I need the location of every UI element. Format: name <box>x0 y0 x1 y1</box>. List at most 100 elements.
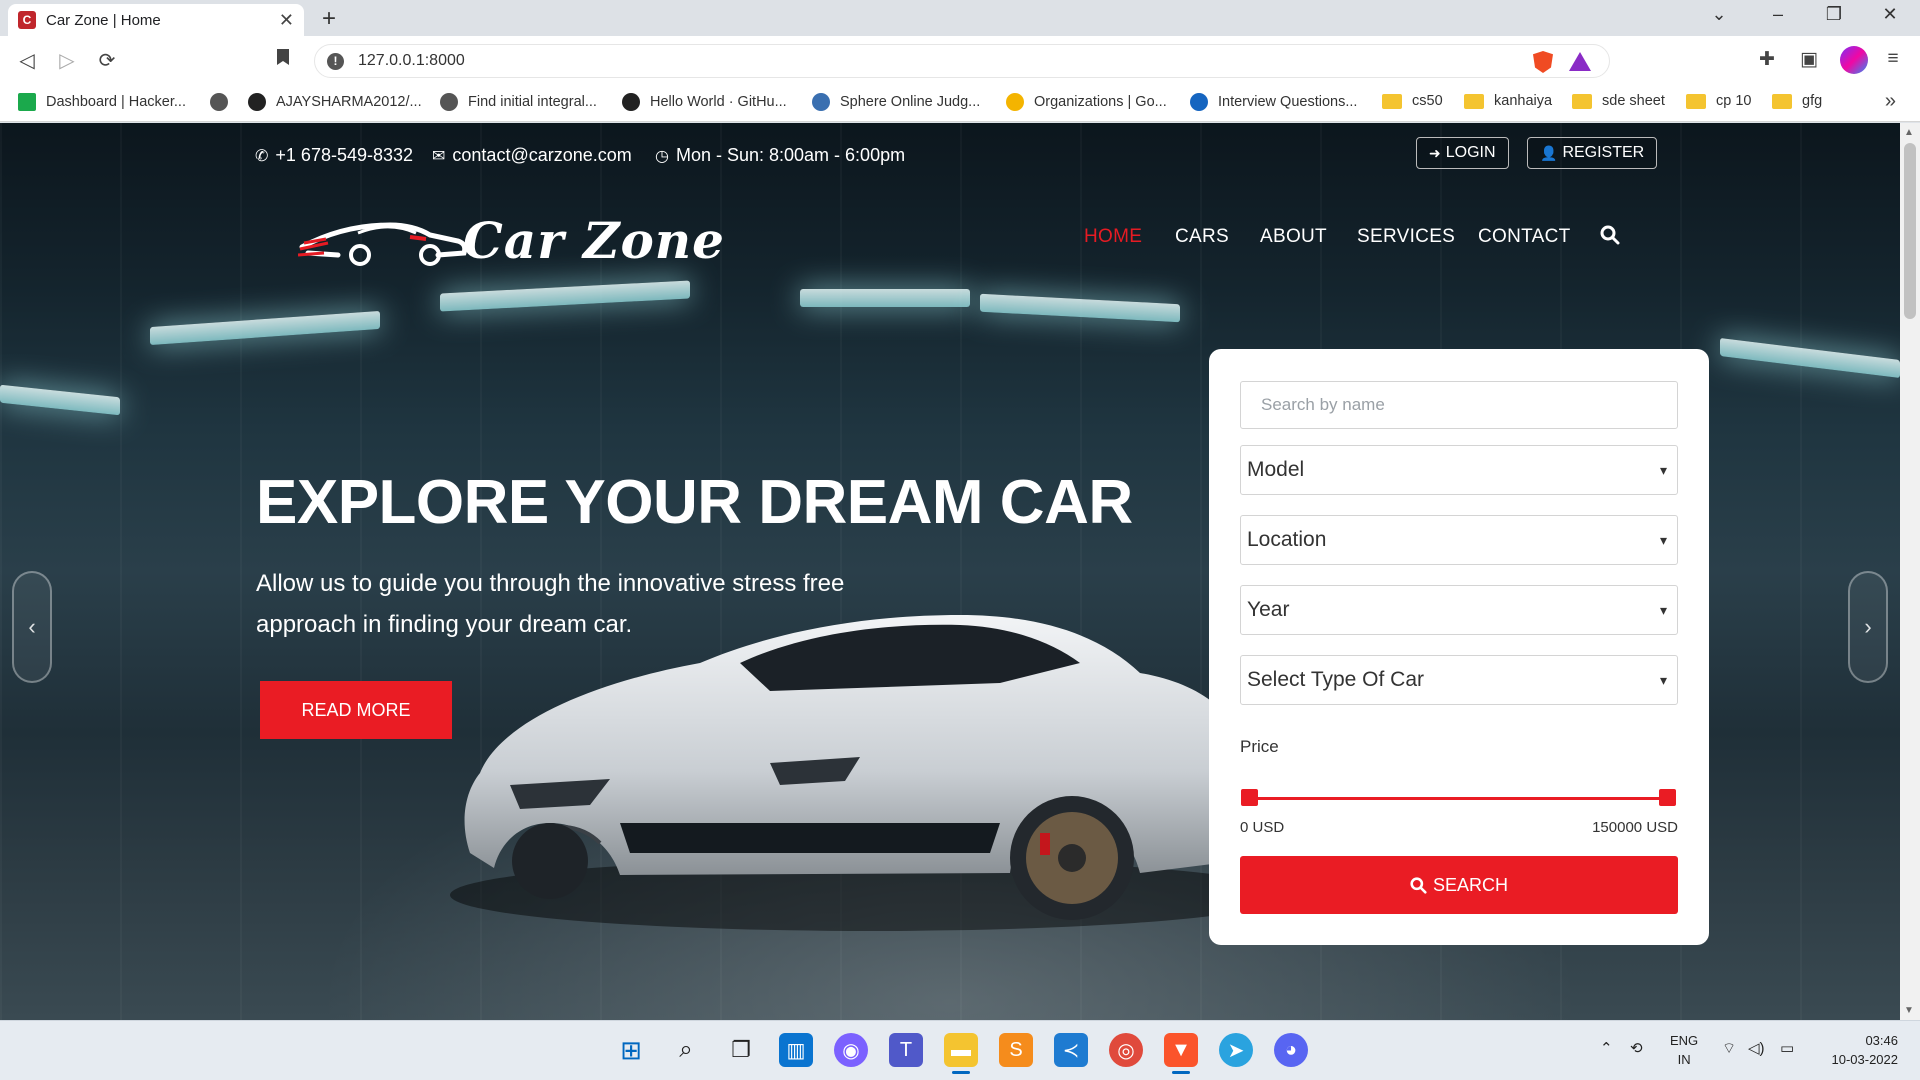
chevron-down-icon: ▾ <box>1659 601 1667 618</box>
chrome-icon[interactable]: ◎ <box>1109 1033 1143 1067</box>
scroll-down-icon[interactable]: ▼ <box>1904 1005 1914 1016</box>
sync-icon[interactable]: ⟲ <box>1630 1039 1643 1057</box>
bookmark-item[interactable]: Organizations | Go... <box>1006 93 1167 111</box>
bookmark-item[interactable]: Interview Questions... <box>1190 93 1357 111</box>
car-type-select[interactable]: Select Type Of Car ▾ <box>1240 655 1678 705</box>
brave-browser-icon[interactable]: ▼ <box>1164 1033 1198 1067</box>
bookmark-label: kanhaiya <box>1494 93 1553 109</box>
read-more-button[interactable]: READ MORE <box>260 681 452 739</box>
brave-rewards-icon[interactable] <box>1569 52 1591 71</box>
discord-icon[interactable]: ◕ <box>1274 1033 1308 1067</box>
bookmark-item[interactable]: Sphere Online Judg... <box>812 93 980 111</box>
chat-icon[interactable]: ◉ <box>834 1033 868 1067</box>
tab-search-chevron-icon[interactable]: ⌄ <box>1699 4 1739 25</box>
scroll-thumb[interactable] <box>1904 143 1916 319</box>
bookmark-item[interactable]: AJAYSHARMA2012/... <box>248 93 422 111</box>
price-range-track[interactable] <box>1249 797 1667 800</box>
bookmark-item[interactable]: sde sheet <box>1572 93 1665 109</box>
nav-home[interactable]: HOME <box>1084 226 1142 248</box>
bookmark-item[interactable]: Dashboard | Hacker... <box>18 93 186 111</box>
extensions-icon[interactable]: ✚ <box>1754 48 1780 71</box>
price-max-handle[interactable] <box>1658 789 1676 806</box>
vscode-icon[interactable]: ≺ <box>1054 1033 1088 1067</box>
teams-icon[interactable]: T <box>889 1033 923 1067</box>
search-button[interactable]: SEARCH <box>1240 856 1678 914</box>
page-scrollbar[interactable]: ▲ ▼ <box>1900 123 1920 1020</box>
site-info-icon[interactable]: ! <box>327 52 344 70</box>
price-max-value: 150000 USD <box>1592 819 1678 836</box>
battery-icon[interactable]: ▭ <box>1780 1039 1794 1057</box>
back-button[interactable]: ◁ <box>14 48 40 73</box>
profile-avatar[interactable] <box>1840 46 1868 74</box>
windows-taskbar: ⊞ ⌕ ❐ ▥ ◉ T ▬ S ≺ ◎ ▼ ➤ ◕ ⌃ ⟲ ENG IN ⌔ ◁… <box>0 1020 1920 1080</box>
minimize-button[interactable]: – <box>1758 4 1798 25</box>
reload-button[interactable]: ⟳ <box>94 48 120 73</box>
sign-in-icon: ➜ <box>1429 144 1441 161</box>
price-min-handle[interactable] <box>1240 789 1258 806</box>
carousel-prev-button[interactable]: ‹ <box>12 571 52 683</box>
folder-icon <box>1382 93 1402 109</box>
tab-title: Car Zone | Home <box>46 11 161 29</box>
search-icon[interactable]: ⌕ <box>669 1033 703 1067</box>
nav-services[interactable]: SERVICES <box>1357 226 1455 248</box>
widgets-icon[interactable]: ▥ <box>779 1033 813 1067</box>
phone-contact[interactable]: ✆ +1 678-549-8332 <box>255 145 413 166</box>
restore-button[interactable]: ❐ <box>1814 4 1854 25</box>
wifi-icon[interactable]: ⌔ <box>1722 1039 1736 1058</box>
c-icon <box>1190 93 1208 111</box>
bookmark-item[interactable]: kanhaiya <box>1464 93 1552 109</box>
search-button-label: SEARCH <box>1432 874 1508 895</box>
clock-time: 03:46 <box>1865 1033 1898 1048</box>
nav-about[interactable]: ABOUT <box>1260 226 1327 248</box>
brave-shield-icon[interactable] <box>1533 51 1553 73</box>
new-tab-button[interactable]: + <box>316 5 342 33</box>
wallet-icon[interactable]: ▣ <box>1796 48 1822 71</box>
nav-search-icon[interactable] <box>1600 225 1620 245</box>
telegram-icon[interactable]: ➤ <box>1219 1033 1253 1067</box>
task-view-icon[interactable]: ❐ <box>724 1033 758 1067</box>
location-select[interactable]: Location ▾ <box>1240 515 1678 565</box>
bookmark-item[interactable]: cs50 <box>1382 93 1443 109</box>
browser-tab-bar: C Car Zone | Home ✕ + ⌄ – ❐ ✕ <box>0 0 1920 36</box>
carousel-next-button[interactable]: › <box>1848 571 1888 683</box>
sublime-text-icon[interactable]: S <box>999 1033 1033 1067</box>
bookmark-item[interactable]: Hello World · GitHu... <box>622 93 787 111</box>
bookmark-item[interactable]: gfg <box>1772 93 1822 109</box>
ceiling-light <box>0 384 120 416</box>
bookmark-item[interactable]: cp 10 <box>1686 93 1751 109</box>
menu-icon[interactable]: ≡ <box>1880 48 1906 70</box>
close-tab-icon[interactable]: ✕ <box>279 10 294 31</box>
system-clock[interactable]: 03:46 10-03-2022 <box>1822 1031 1899 1069</box>
volume-icon[interactable]: ◁) <box>1748 1039 1765 1057</box>
nav-contact[interactable]: CONTACT <box>1478 226 1571 248</box>
email-contact[interactable]: ✉ contact@carzone.com <box>432 145 632 166</box>
bookmark-item[interactable] <box>210 93 238 111</box>
scroll-up-icon[interactable]: ▲ <box>1904 127 1914 138</box>
bookmark-label: AJAYSHARMA2012/... <box>276 94 422 110</box>
forward-button[interactable]: ▷ <box>54 48 80 73</box>
bookmark-label: sde sheet <box>1602 93 1665 109</box>
car-search-panel: Model ▾ Location ▾ Year ▾ Select Type Of… <box>1209 349 1709 945</box>
bookmark-icon[interactable] <box>276 48 290 71</box>
nav-cars[interactable]: CARS <box>1175 226 1229 248</box>
phone-icon: ✆ <box>255 147 269 165</box>
register-button[interactable]: 👤 REGISTER <box>1527 137 1658 169</box>
address-bar[interactable]: ! 127.0.0.1:8000 <box>314 44 1610 78</box>
hero-title: EXPLORE YOUR DREAM CAR <box>256 468 1133 537</box>
bookmark-item[interactable]: Find initial integral... <box>440 93 597 111</box>
login-button[interactable]: ➜ LOGIN <box>1416 137 1509 169</box>
model-select[interactable]: Model ▾ <box>1240 445 1678 495</box>
close-window-button[interactable]: ✕ <box>1870 4 1910 25</box>
tray-overflow-chevron-icon[interactable]: ⌃ <box>1600 1039 1613 1057</box>
phone-number: +1 678-549-8332 <box>275 145 414 165</box>
start-windows-icon[interactable]: ⊞ <box>614 1033 648 1067</box>
site-logo[interactable]: Car Zone <box>297 203 724 273</box>
browser-tab[interactable]: C Car Zone | Home ✕ <box>8 4 304 36</box>
url-text: 127.0.0.1:8000 <box>358 52 465 69</box>
search-by-name-input[interactable] <box>1240 381 1678 429</box>
year-select[interactable]: Year ▾ <box>1240 585 1678 635</box>
file-explorer-icon[interactable]: ▬ <box>944 1033 978 1067</box>
language-indicator[interactable]: ENG IN <box>1670 1031 1698 1069</box>
bookmarks-overflow-icon[interactable]: » <box>1885 90 1896 113</box>
top-info-bar: ✆ +1 678-549-8332 ✉ contact@carzone.com … <box>0 123 1900 183</box>
